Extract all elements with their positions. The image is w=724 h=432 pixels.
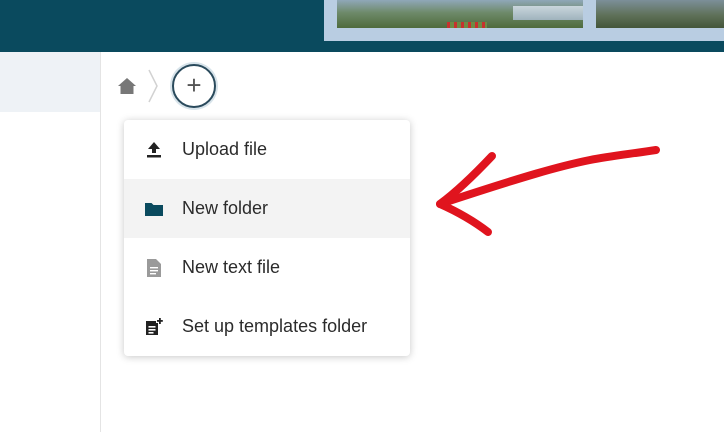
header-photo: [596, 0, 724, 28]
menu-item-label: Set up templates folder: [182, 316, 368, 336]
left-sidebar: [0, 52, 101, 432]
menu-item-label: Upload file: [182, 139, 268, 159]
breadcrumb: +: [116, 62, 216, 110]
menu-item-label: New folder: [182, 198, 269, 218]
text-file-icon: [144, 258, 164, 278]
home-icon[interactable]: [116, 75, 138, 97]
header-image-strip: [324, 0, 724, 41]
breadcrumb-separator-icon: [146, 68, 160, 104]
new-button[interactable]: +: [172, 64, 216, 108]
new-menu: Upload file New folder New text file Set…: [124, 120, 410, 356]
menu-item-upload-file[interactable]: Upload file: [124, 120, 410, 179]
menu-item-new-folder[interactable]: New folder: [124, 179, 410, 238]
header-photo: [337, 0, 583, 28]
photo-flowers: [447, 22, 487, 28]
sidebar-active-band: [0, 52, 100, 112]
menu-item-label: New text file: [182, 257, 281, 277]
annotation-arrow-icon: [436, 146, 660, 236]
template-folder-icon: [144, 317, 164, 337]
top-header: [0, 0, 724, 52]
photo-water: [513, 6, 583, 20]
menu-item-new-text-file[interactable]: New text file: [124, 238, 410, 297]
menu-item-set-up-templates-folder[interactable]: Set up templates folder: [124, 297, 410, 356]
upload-icon: [144, 140, 164, 160]
plus-icon: +: [186, 70, 202, 100]
files-app-page: + Upload file New folder New text file S…: [0, 0, 724, 432]
folder-icon: [144, 199, 164, 219]
